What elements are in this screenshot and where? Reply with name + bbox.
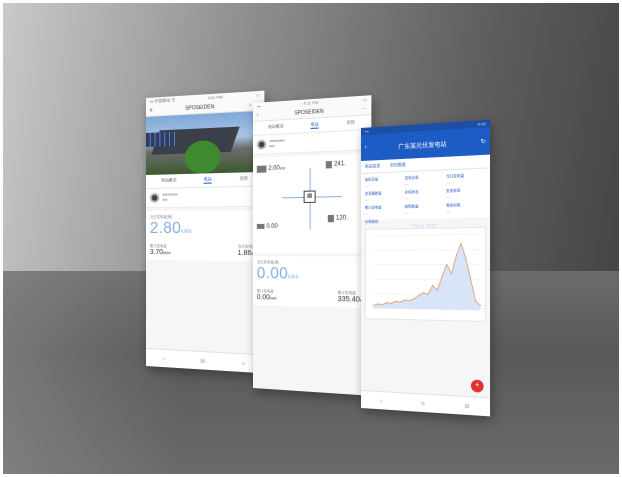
tab-station[interactable]: 电站: [310, 121, 319, 129]
app-title: SPOSEIDEN: [185, 103, 215, 112]
tab-overview[interactable]: 电站概况: [161, 177, 177, 184]
metric-value: —: [446, 208, 451, 214]
phone-screen-energy-flow: ••• 4:21 PM ▭ ‹ SPOSEIDEN ⋯ 电站概况 电站 实时 x…: [253, 95, 372, 396]
data-point: [455, 255, 457, 257]
station-sub: xxx: [162, 197, 168, 202]
metric-cell: 装机容量 —: [365, 176, 402, 188]
metric-cell: 故障数量 —: [405, 204, 443, 215]
signal-icon: •••: [256, 103, 261, 109]
metric-value: —: [364, 210, 369, 216]
battery-icon: ▭: [363, 96, 368, 103]
phone-screen-overview: ••• 中国移动 令 4:21 PM ▭ ≡ SPOSEIDEN ⌕⋯ 电站概况…: [146, 90, 265, 374]
app-title: SPOSEIDEN: [294, 108, 324, 117]
solar-panels: [146, 131, 175, 147]
background-scene: ••• 中国移动 令 4:21 PM ▭ ≡ SPOSEIDEN ⌕⋯ 电站概况…: [3, 3, 619, 474]
tab-realtime-data[interactable]: 实时数据: [390, 162, 406, 169]
app-title: 广东某光伏发电站: [398, 141, 447, 151]
solar-panel-icon: [256, 165, 267, 173]
battery-node: 0.00: [256, 224, 278, 230]
station-sub: xxx: [269, 144, 275, 149]
station-avatar: [256, 139, 267, 150]
signal-icon: •••: [364, 128, 369, 134]
load-node: 120.: [327, 214, 348, 223]
metric-cell: 等效时数 —: [446, 202, 486, 214]
power-chart: [364, 226, 486, 322]
total-value: 0.00kWh: [256, 294, 277, 302]
back-icon[interactable]: ‹: [365, 145, 367, 151]
tab-station[interactable]: 电站: [203, 176, 212, 184]
data-point: [451, 273, 453, 275]
data-point: [465, 258, 467, 260]
battery-icon: ▭: [256, 91, 261, 98]
metric-cell: 当日发电量 —: [446, 173, 486, 185]
menu-icon[interactable]: ≡: [150, 107, 153, 113]
add-fab-button[interactable]: +: [470, 379, 484, 393]
nav-stats-icon[interactable]: ▤: [465, 403, 470, 410]
station-photo: [146, 110, 265, 175]
data-point: [432, 285, 434, 287]
back-icon[interactable]: ‹: [257, 112, 259, 118]
today-value: 2.80kWh: [149, 219, 192, 238]
refresh-icon[interactable]: ↻: [480, 137, 485, 145]
status-time: 4:21 PM: [303, 99, 319, 106]
metric-value: —: [404, 209, 409, 215]
metric-cell: 累计发电量 —: [365, 205, 402, 216]
data-point: [436, 289, 438, 291]
tab-station-info[interactable]: 电站信息: [365, 163, 380, 170]
nav-home-icon[interactable]: ⌂: [163, 355, 166, 361]
search-icon[interactable]: ⌕: [249, 101, 252, 107]
data-point: [441, 276, 443, 278]
tower-icon: [325, 161, 332, 169]
chart-gridline: [373, 249, 480, 250]
power-chart-svg: [366, 228, 485, 321]
tab-realtime[interactable]: 实时: [240, 175, 248, 183]
tab-overview[interactable]: 电站概况: [268, 123, 284, 131]
nav-monitor-icon[interactable]: ◎: [421, 400, 425, 406]
home-icon: [327, 214, 334, 223]
data-point: [446, 264, 448, 266]
generation-card: 当日发电量(度) 2.80kWh 功率 1K 累计发电量 3.70MWh 当月发…: [146, 209, 265, 262]
battery-storage-icon: [256, 224, 265, 230]
nav-user-icon[interactable]: ☺: [241, 360, 246, 367]
tab-realtime[interactable]: 实时: [347, 119, 355, 127]
station-avatar: [149, 192, 160, 203]
grid-node: 241.: [325, 160, 346, 169]
nav-home-icon[interactable]: ⌂: [380, 398, 383, 404]
status-time: 4:21 PM: [207, 94, 223, 101]
energy-flow-diagram: ⊠ 2.00kW 241. 0.00 120.: [253, 153, 372, 254]
metric-cell: 发电效率 —: [446, 188, 486, 199]
nav-stats-icon[interactable]: ▤: [200, 358, 205, 364]
today-value: 0.00kWh: [256, 265, 299, 283]
metric-cell: 并网状态 —: [405, 189, 443, 201]
total-value: 3.70MWh: [149, 249, 171, 257]
more-icon[interactable]: ⋯: [362, 105, 367, 112]
inverter-icon: ⊠: [303, 190, 316, 204]
tree-shape: [184, 139, 221, 174]
station-header[interactable]: xxxxxxxxx xxx: [146, 186, 265, 208]
status-time: 4:43: [477, 120, 486, 127]
metrics-grid: 装机容量 — 发电功率 — 当日发电量 — 逆变器数量 — 并网状态 — 发电效率 — 累计发电量 — 故障…: [361, 168, 491, 220]
chart-gridline: [373, 234, 480, 236]
phone-screen-station-detail: ••• 4:43 ‹ 广东某光伏发电站 ↻ 电站信息 实时数据 装机容量 — 发电功…: [361, 119, 491, 417]
generation-card: 当日发电量(度) 0.00kWh 累计发电量 0.00kWh 累计发电量 335…: [253, 256, 372, 309]
metric-cell: 逆变器数量 —: [365, 191, 402, 202]
data-point: [470, 279, 472, 281]
pv-node: 2.00kW: [256, 165, 285, 173]
metric-cell: 发电功率 —: [405, 175, 443, 187]
